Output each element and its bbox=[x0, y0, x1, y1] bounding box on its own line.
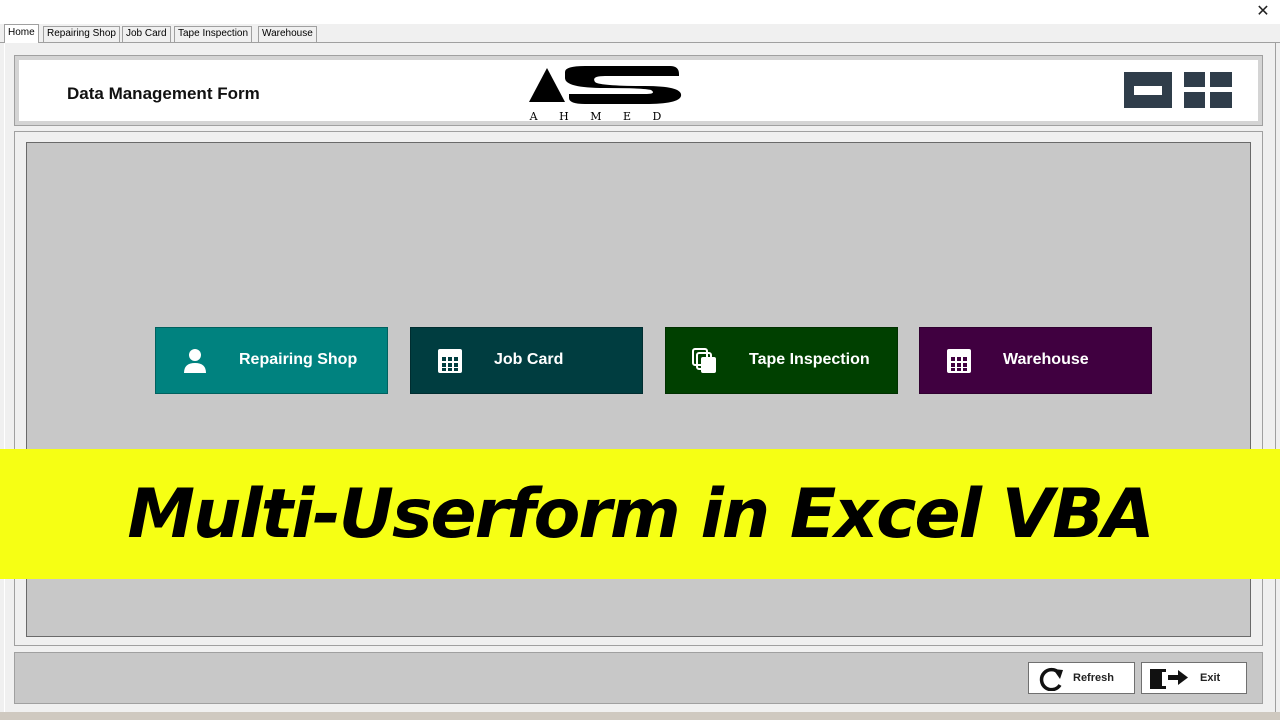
banner-text: Multi-Userform in Excel VBA bbox=[127, 474, 1154, 554]
page-title: Data Management Form bbox=[67, 84, 260, 103]
exit-door-icon bbox=[1150, 669, 1188, 689]
header-frame: Data Management Form A H M E D bbox=[14, 55, 1263, 126]
refresh-label: Refresh bbox=[1073, 672, 1114, 684]
tab-repairing-shop[interactable]: Repairing Shop bbox=[43, 26, 120, 42]
tape-inspection-label: Tape Inspection bbox=[749, 351, 870, 368]
refresh-button[interactable]: Refresh bbox=[1028, 662, 1135, 694]
tab-warehouse[interactable]: Warehouse bbox=[258, 26, 317, 42]
tab-tape-inspection[interactable]: Tape Inspection bbox=[174, 26, 253, 42]
logo-subtext: A H M E D bbox=[529, 110, 671, 123]
refresh-icon bbox=[1039, 667, 1063, 691]
job-card-label: Job Card bbox=[494, 351, 564, 368]
tape-inspection-button[interactable]: Tape Inspection bbox=[665, 327, 898, 394]
grid-icon bbox=[947, 349, 971, 373]
taskbar-strip bbox=[0, 712, 1280, 720]
user-icon bbox=[184, 349, 206, 373]
userform-window: ✕ Home Repairing Shop Job Card Tape Insp… bbox=[0, 0, 1280, 720]
warehouse-label: Warehouse bbox=[1003, 351, 1089, 368]
window-controls-icon bbox=[1124, 72, 1232, 108]
close-icon[interactable]: ✕ bbox=[1254, 2, 1272, 20]
copy-icon bbox=[692, 348, 716, 373]
tab-job-card[interactable]: Job Card bbox=[122, 26, 171, 42]
warehouse-button[interactable]: Warehouse bbox=[919, 327, 1152, 394]
repairing-shop-button[interactable]: Repairing Shop bbox=[155, 327, 388, 394]
footer-frame: Refresh Exit bbox=[14, 652, 1263, 704]
job-card-button[interactable]: Job Card bbox=[410, 327, 643, 394]
exit-label: Exit bbox=[1200, 672, 1221, 684]
title-bar: ✕ bbox=[0, 0, 1280, 24]
logo: A H M E D bbox=[529, 66, 682, 123]
tab-home[interactable]: Home bbox=[4, 24, 39, 43]
repairing-shop-label: Repairing Shop bbox=[239, 351, 358, 368]
exit-button[interactable]: Exit bbox=[1141, 662, 1247, 694]
header-inner: Data Management Form A H M E D bbox=[19, 60, 1258, 123]
grid-icon bbox=[438, 349, 462, 373]
tab-strip: Home Repairing Shop Job Card Tape Inspec… bbox=[0, 24, 1280, 43]
title-banner: Multi-Userform in Excel VBA bbox=[0, 449, 1280, 579]
